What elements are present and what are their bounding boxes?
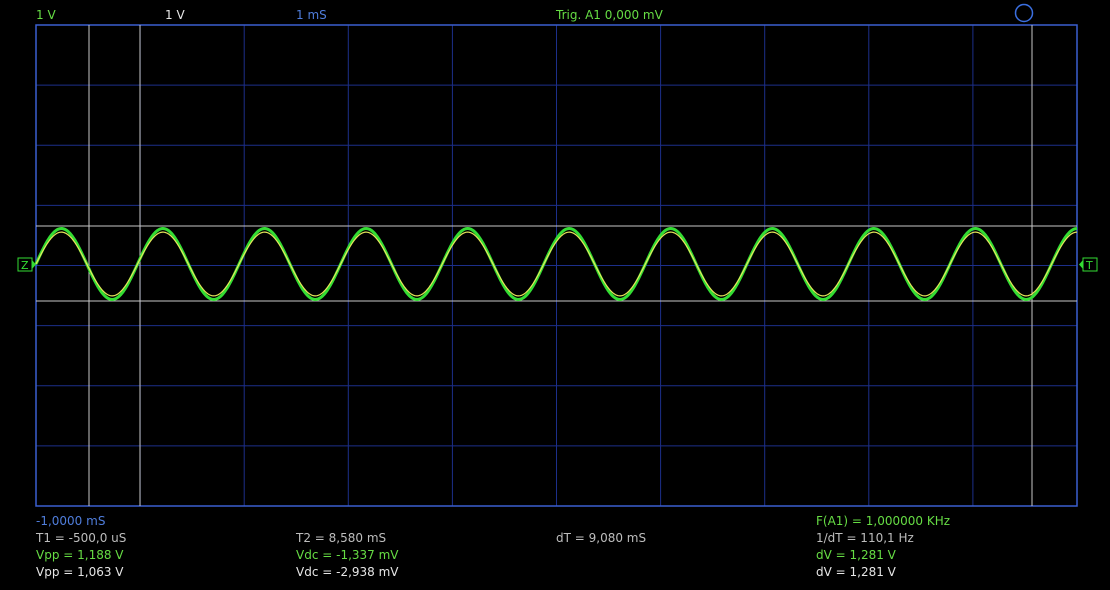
t1-readout: T1 = -500,0 uS bbox=[36, 531, 127, 545]
trigger-marker-icon[interactable]: T bbox=[1079, 257, 1098, 272]
run-status-circle-icon[interactable] bbox=[1014, 3, 1034, 23]
inverse-dt-readout: 1/dT = 110,1 Hz bbox=[816, 531, 914, 545]
vdc-a-readout: Vdc = -1,337 mV bbox=[296, 548, 399, 562]
zero-marker-icon[interactable]: Z bbox=[17, 257, 36, 272]
vpp-a-readout: Vpp = 1,188 V bbox=[36, 548, 124, 562]
zero-marker-label: Z bbox=[21, 259, 29, 272]
oscilloscope-window: 1 V 1 V 1 mS Trig. A1 0,000 mV Z T -1,00… bbox=[0, 0, 1110, 590]
dv-a-readout: dV = 1,281 V bbox=[816, 548, 896, 562]
trigger-marker-label: T bbox=[1085, 259, 1093, 272]
frequency-readout: F(A1) = 1,000000 KHz bbox=[816, 514, 951, 528]
scope-display[interactable]: Z T bbox=[0, 0, 1110, 510]
time-offset-readout: -1,0000 mS bbox=[36, 514, 106, 528]
t2-readout: T2 = 8,580 mS bbox=[296, 531, 387, 545]
vdc-b-readout: Vdc = -2,938 mV bbox=[296, 565, 399, 579]
scope-grid bbox=[36, 25, 1077, 506]
dt-readout: dT = 9,080 mS bbox=[556, 531, 647, 545]
vpp-b-readout: Vpp = 1,063 V bbox=[36, 565, 124, 579]
dv-b-readout: dV = 1,281 V bbox=[816, 565, 896, 579]
